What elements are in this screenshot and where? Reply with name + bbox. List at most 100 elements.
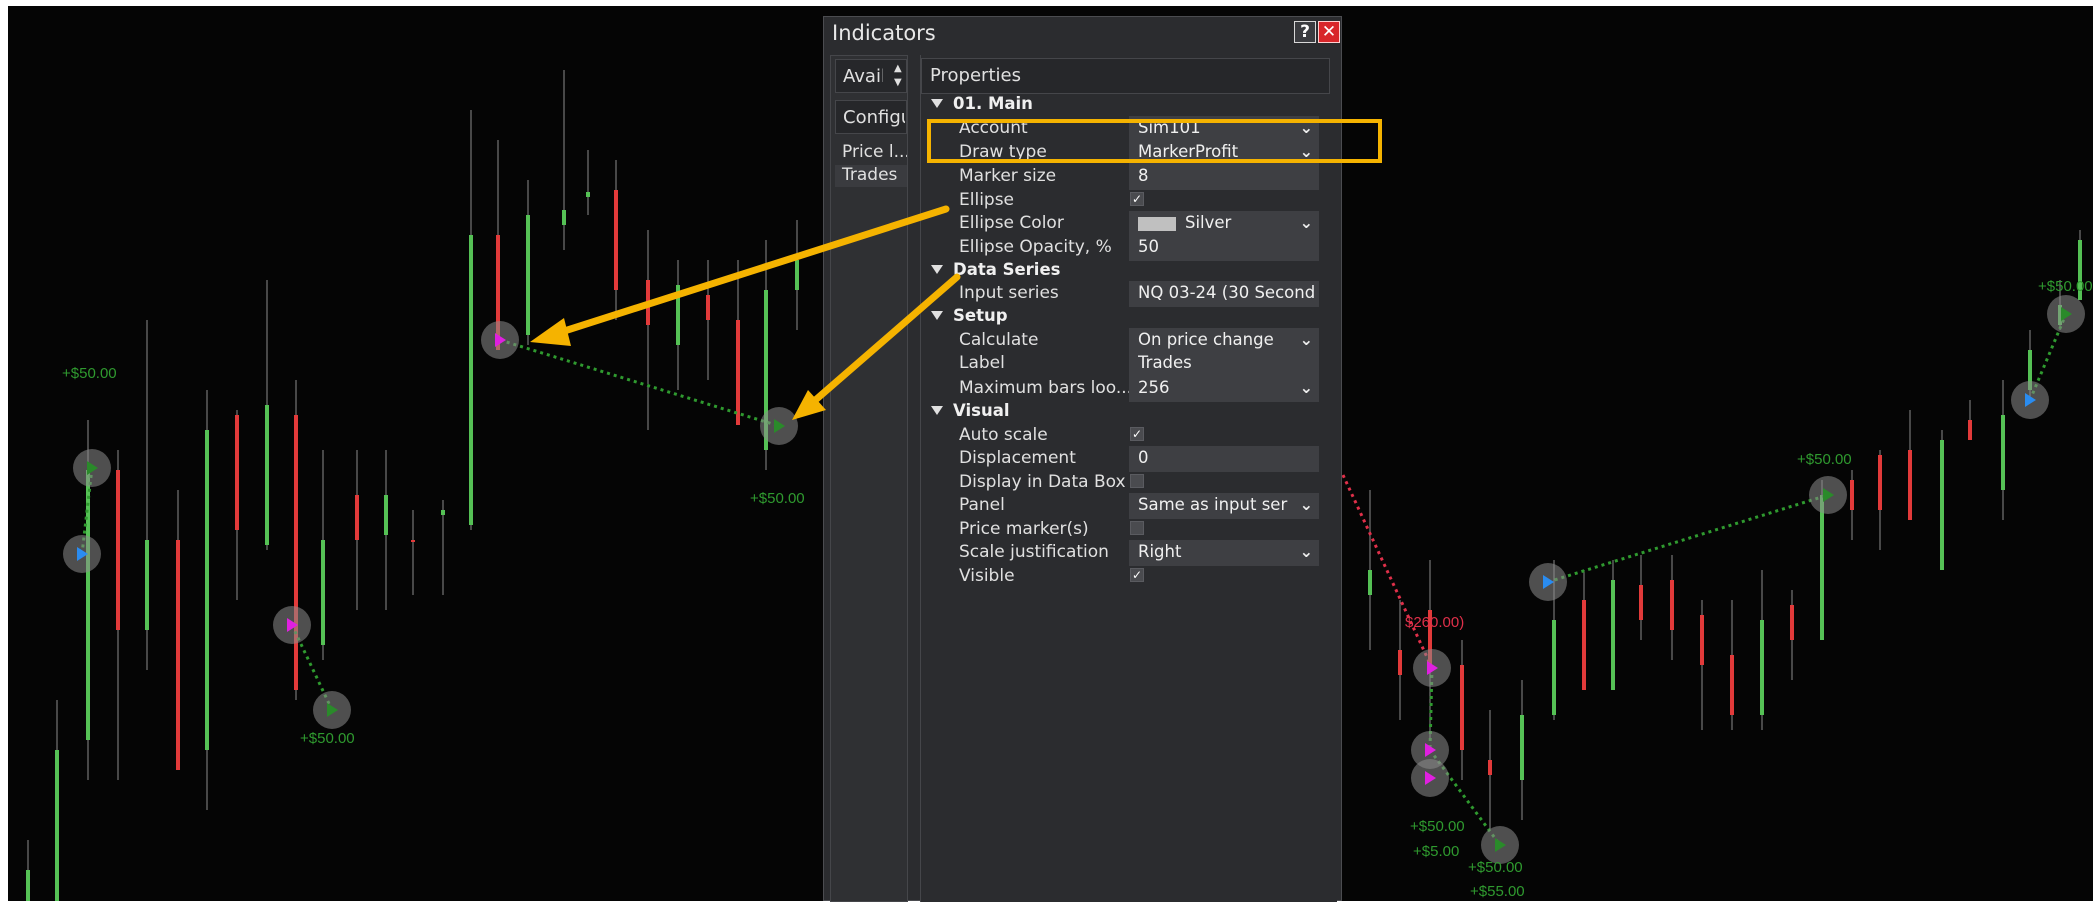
property-label-field: Label Trades xyxy=(921,349,1337,377)
trade-profit-label: +$50.00 xyxy=(62,365,117,382)
property-label: Input series xyxy=(959,283,1059,303)
candle-up xyxy=(1368,570,1372,595)
trade-profit-label: +$50.00 xyxy=(1468,859,1523,876)
property-label: Label xyxy=(959,353,1005,373)
property-label: Displacement xyxy=(959,448,1076,468)
candle-down xyxy=(1968,420,1972,440)
indicator-item-price-line[interactable]: Price l... xyxy=(835,142,907,164)
candle-down xyxy=(1790,605,1794,640)
configured-indicators-box[interactable]: Configu xyxy=(835,100,907,134)
candle-down xyxy=(294,415,298,690)
candle-down xyxy=(1582,600,1586,690)
trade-profit-label: +$50.00 xyxy=(750,490,805,507)
candle-up xyxy=(1552,620,1556,715)
ellipse-checkbox[interactable]: ✓ xyxy=(1130,192,1144,206)
category-label: Data Series xyxy=(953,260,1061,279)
candle-up xyxy=(676,285,680,345)
candle-up xyxy=(1611,580,1615,690)
price-markers-checkbox[interactable] xyxy=(1130,521,1144,535)
dialog-titlebar[interactable]: Indicators ? ✕ xyxy=(824,17,1341,47)
chevron-down-icon[interactable]: ⌄ xyxy=(1300,495,1313,514)
candle-up xyxy=(321,540,325,645)
close-button[interactable]: ✕ xyxy=(1318,21,1340,43)
trade-profit-label: +$50.00 xyxy=(2038,278,2093,295)
color-swatch xyxy=(1138,217,1176,231)
property-label: Visible xyxy=(959,566,1015,586)
candle-down xyxy=(1488,760,1492,775)
candle-up xyxy=(469,235,473,525)
chevron-down-icon[interactable]: ⌄ xyxy=(1300,378,1313,397)
candle-up xyxy=(586,192,590,197)
input-value: NQ 03-24 (30 Second) xyxy=(1138,283,1316,302)
category-label: 01. Main xyxy=(953,94,1033,113)
auto-scale-checkbox[interactable]: ✓ xyxy=(1130,427,1144,441)
candle-down xyxy=(646,280,650,325)
trade-profit-label: +$50.00 xyxy=(1797,451,1852,468)
select-value: Right xyxy=(1138,542,1182,561)
candle-up xyxy=(55,750,59,901)
available-indicators-box[interactable]: Avail ▲ ▼ xyxy=(835,59,907,93)
property-label: Maximum bars loo... xyxy=(959,378,1133,398)
select-value: 256 xyxy=(1138,378,1170,397)
chevron-down-icon[interactable]: ⌄ xyxy=(1300,213,1313,232)
collapse-triangle-icon[interactable] xyxy=(931,99,943,108)
candle-down xyxy=(1908,450,1912,520)
candle-down xyxy=(116,470,120,630)
candle-up xyxy=(205,430,209,750)
property-visible: Visible ✓ xyxy=(921,562,1337,590)
property-label: Ellipse xyxy=(959,190,1015,210)
chevron-down-icon[interactable]: ⌄ xyxy=(1300,330,1313,349)
trade-profit-label: +$5.00 xyxy=(1413,843,1459,860)
property-label: Ellipse Color xyxy=(959,213,1064,233)
property-label: Price marker(s) xyxy=(959,519,1089,539)
properties-header: Properties xyxy=(921,58,1330,94)
property-label: Ellipse Opacity, % xyxy=(959,237,1112,257)
candle-down xyxy=(614,190,618,290)
property-label: Display in Data Box xyxy=(959,472,1126,492)
trade-connector-line xyxy=(1547,493,1829,584)
configured-label: Configu xyxy=(843,107,905,128)
account-highlight-box xyxy=(927,119,1382,163)
indicator-list-panel: Avail ▲▼ Configu Price l... Trades xyxy=(830,55,908,902)
visible-checkbox[interactable]: ✓ xyxy=(1130,568,1144,582)
candle-down xyxy=(1639,585,1643,620)
select-value: Silver xyxy=(1185,213,1232,232)
trade-profit-label: +$50.00 xyxy=(300,730,355,747)
candle-down xyxy=(1878,455,1882,510)
candle-up xyxy=(265,405,269,545)
input-value: Trades xyxy=(1138,353,1192,372)
properties-header-label: Properties xyxy=(930,65,1021,86)
collapse-triangle-icon[interactable] xyxy=(931,311,943,320)
property-label: Panel xyxy=(959,495,1005,515)
candle-up xyxy=(2001,415,2005,490)
scroll-arrows-icon[interactable]: ▲ ▼ xyxy=(894,62,902,90)
collapse-triangle-icon[interactable] xyxy=(931,265,943,274)
property-label: Marker size xyxy=(959,166,1057,186)
display-in-data-box-checkbox[interactable] xyxy=(1130,474,1144,488)
property-label: Calculate xyxy=(959,330,1039,350)
input-value: 0 xyxy=(1138,448,1149,467)
candle-up xyxy=(526,215,530,335)
category-label: Setup xyxy=(953,306,1008,325)
candle-up xyxy=(384,495,388,535)
chevron-down-icon[interactable]: ⌄ xyxy=(1300,542,1313,561)
property-label: Auto scale xyxy=(959,425,1048,445)
input-value: 50 xyxy=(1138,237,1159,256)
select-value: On price change xyxy=(1138,330,1274,349)
candle-up xyxy=(1820,495,1824,640)
input-value: 8 xyxy=(1138,166,1149,185)
candle-down xyxy=(1850,480,1854,510)
candle-up xyxy=(1940,440,1944,570)
properties-panel: Properties 01. Main Account Sim101 ⌄ Dra… xyxy=(920,55,1337,902)
candle-up xyxy=(26,870,30,901)
candle-down xyxy=(1460,665,1464,750)
candle-down xyxy=(1398,650,1402,675)
trade-profit-label: $260.00) xyxy=(1405,614,1464,631)
select-value: Same as input seri... xyxy=(1138,495,1288,514)
dialog-title: Indicators xyxy=(832,21,936,45)
candle-down xyxy=(706,295,710,320)
collapse-triangle-icon[interactable] xyxy=(931,406,943,415)
available-label: Avail xyxy=(843,66,883,87)
indicator-item-trades[interactable]: Trades xyxy=(835,165,907,187)
help-button[interactable]: ? xyxy=(1294,21,1316,43)
